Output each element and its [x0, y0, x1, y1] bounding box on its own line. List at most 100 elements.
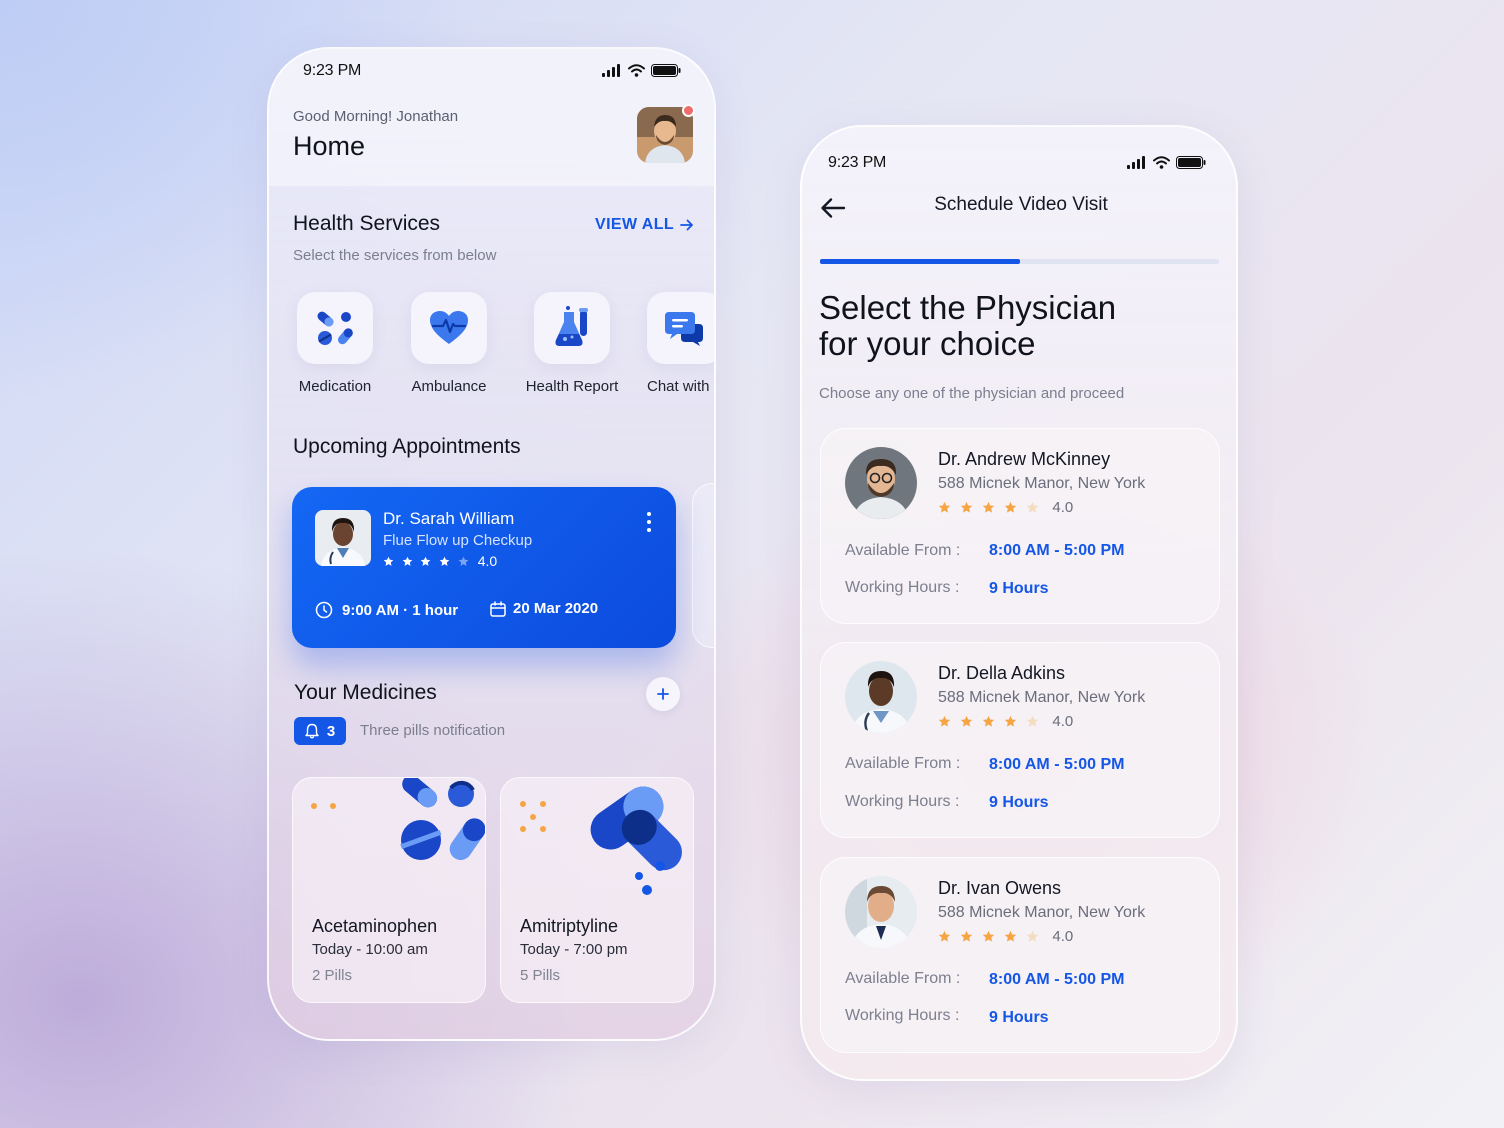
physician-address: 588 Micnek Manor, New York — [938, 475, 1146, 492]
more-options-icon[interactable] — [646, 511, 652, 533]
available-value: 8:00 AM - 5:00 PM — [989, 756, 1125, 773]
available-value: 8:00 AM - 5:00 PM — [989, 542, 1125, 559]
medicine-time: Today - 7:00 pm — [520, 941, 628, 958]
rating-value: 4.0 — [1052, 928, 1074, 945]
appointment-time-text: 9:00 AM · 1 hour — [342, 601, 459, 619]
greeting: Good Morning! Jonathan — [293, 108, 459, 125]
service-tile — [647, 292, 714, 364]
physician-avatar — [845, 661, 917, 733]
star-filled-icon — [960, 715, 973, 727]
wifi-icon — [1153, 156, 1170, 169]
star-filled-icon — [402, 556, 412, 566]
lab-flask-icon — [555, 306, 588, 346]
medicine-card[interactable]: Amitriptyline Today - 7:00 pm 5 Pills — [500, 777, 694, 1003]
physician-name: Dr. Ivan Owens — [938, 878, 1062, 898]
star-filled-icon — [960, 501, 973, 513]
medicine-pill-count: 5 Pills — [520, 967, 561, 984]
page-title: Home — [293, 131, 366, 161]
pill-reminder-badge[interactable]: 3 — [294, 717, 346, 745]
star-empty-icon — [1027, 715, 1039, 727]
service-label: Medication — [298, 378, 372, 395]
appointment-reason: Flue Flow up Checkup — [383, 532, 533, 549]
service-ambulance[interactable]: Ambulance — [389, 292, 509, 395]
star-empty-icon — [458, 556, 469, 566]
appointment-date-text: 20 Mar 2020 — [513, 600, 599, 617]
view-all-label: VIEW ALL — [595, 216, 675, 233]
service-label: Chat with — [647, 378, 710, 395]
star-filled-icon — [960, 930, 973, 942]
star-filled-icon — [439, 556, 450, 566]
pills-icon — [317, 311, 353, 345]
screen-title: Schedule Video Visit — [934, 194, 1108, 215]
appointment-doctor-name: Dr. Sarah William — [383, 509, 515, 528]
progress-fill — [820, 259, 1020, 264]
chat-bubbles-icon — [665, 312, 703, 346]
service-label: Health Report — [525, 378, 619, 395]
physician-card[interactable]: Dr. Ivan Owens 588 Micnek Manor, New Yor… — [820, 857, 1220, 1053]
star-filled-icon — [938, 501, 951, 513]
working-hours-label: Working Hours : — [845, 1007, 960, 1024]
physician-name: Dr. Andrew McKinney — [938, 449, 1111, 469]
physician-rating: 4.0 — [938, 713, 1073, 730]
physician-rating: 4.0 — [938, 499, 1073, 516]
medicine-pill-count: 2 Pills — [312, 967, 353, 984]
service-tile — [297, 292, 373, 364]
home-screen: 9:23 PM Good Morning! Jonathan Home Heal… — [267, 47, 716, 1041]
physician-address: 588 Micnek Manor, New York — [938, 904, 1146, 921]
available-label: Available From : — [845, 970, 961, 987]
star-empty-icon — [1027, 930, 1039, 942]
signal-icon — [1127, 156, 1145, 169]
arrow-right-icon — [680, 219, 693, 231]
add-medicine-button[interactable] — [646, 677, 680, 711]
battery-icon — [1176, 156, 1206, 169]
star-filled-icon — [983, 501, 995, 513]
working-hours-value: 9 Hours — [989, 794, 1049, 811]
appointments-title: Upcoming Appointments — [293, 435, 521, 458]
appointment-card[interactable]: Dr. Sarah William Flue Flow up Checkup 4… — [292, 487, 676, 648]
star-filled-icon — [938, 715, 951, 727]
schedule-screen: 9:23 PM Schedule Video Visit Select the … — [800, 125, 1238, 1081]
plus-icon — [657, 688, 669, 700]
star-filled-icon — [1005, 930, 1017, 942]
view-all-button[interactable]: VIEW ALL — [595, 216, 694, 234]
health-services-subtitle: Select the services from below — [293, 247, 497, 264]
medicine-card[interactable]: Acetaminophen Today - 10:00 am 2 Pills — [292, 777, 486, 1003]
available-label: Available From : — [845, 755, 961, 772]
page-heading: Select the Physician for your choice — [819, 290, 1116, 362]
medicine-name: Acetaminophen — [312, 916, 438, 936]
service-chat[interactable]: Chat with — [626, 292, 714, 395]
appointment-date: 20 Mar 2020 — [490, 600, 598, 617]
status-icons — [1127, 156, 1206, 169]
physician-avatar — [845, 447, 917, 519]
service-medication[interactable]: Medication — [275, 292, 395, 395]
dots-decor-icon — [311, 803, 336, 809]
calendar-icon — [490, 600, 506, 617]
physician-card[interactable]: Dr. Della Adkins 588 Micnek Manor, New Y… — [820, 642, 1220, 838]
battery-icon — [651, 64, 681, 77]
available-label: Available From : — [845, 542, 961, 559]
service-health-report[interactable]: Health Report — [512, 292, 632, 395]
progress-bar — [820, 259, 1219, 264]
star-filled-icon — [1005, 501, 1017, 513]
status-icons — [602, 64, 681, 77]
medicines-title: Your Medicines — [294, 681, 437, 704]
star-filled-icon — [383, 556, 394, 566]
star-empty-icon — [1027, 501, 1039, 513]
signal-icon — [602, 64, 620, 77]
medicine-time: Today - 10:00 am — [312, 941, 428, 958]
physician-avatar — [845, 876, 917, 948]
next-appointment-card-peek[interactable] — [692, 483, 714, 648]
physician-rating: 4.0 — [938, 928, 1073, 945]
physician-card[interactable]: Dr. Andrew McKinney 588 Micnek Manor, Ne… — [820, 428, 1220, 624]
working-hours-label: Working Hours : — [845, 793, 960, 810]
service-label: Ambulance — [411, 378, 487, 395]
pill-notification-text: Three pills notification — [360, 722, 506, 739]
status-time: 9:23 PM — [828, 154, 887, 171]
working-hours-label: Working Hours : — [845, 579, 960, 596]
health-services-title: Health Services — [293, 212, 441, 235]
available-value: 8:00 AM - 5:00 PM — [989, 971, 1125, 988]
star-filled-icon — [1005, 715, 1017, 727]
pills-illustration-icon — [400, 778, 485, 861]
notification-dot — [682, 104, 695, 117]
physician-name: Dr. Della Adkins — [938, 663, 1066, 683]
